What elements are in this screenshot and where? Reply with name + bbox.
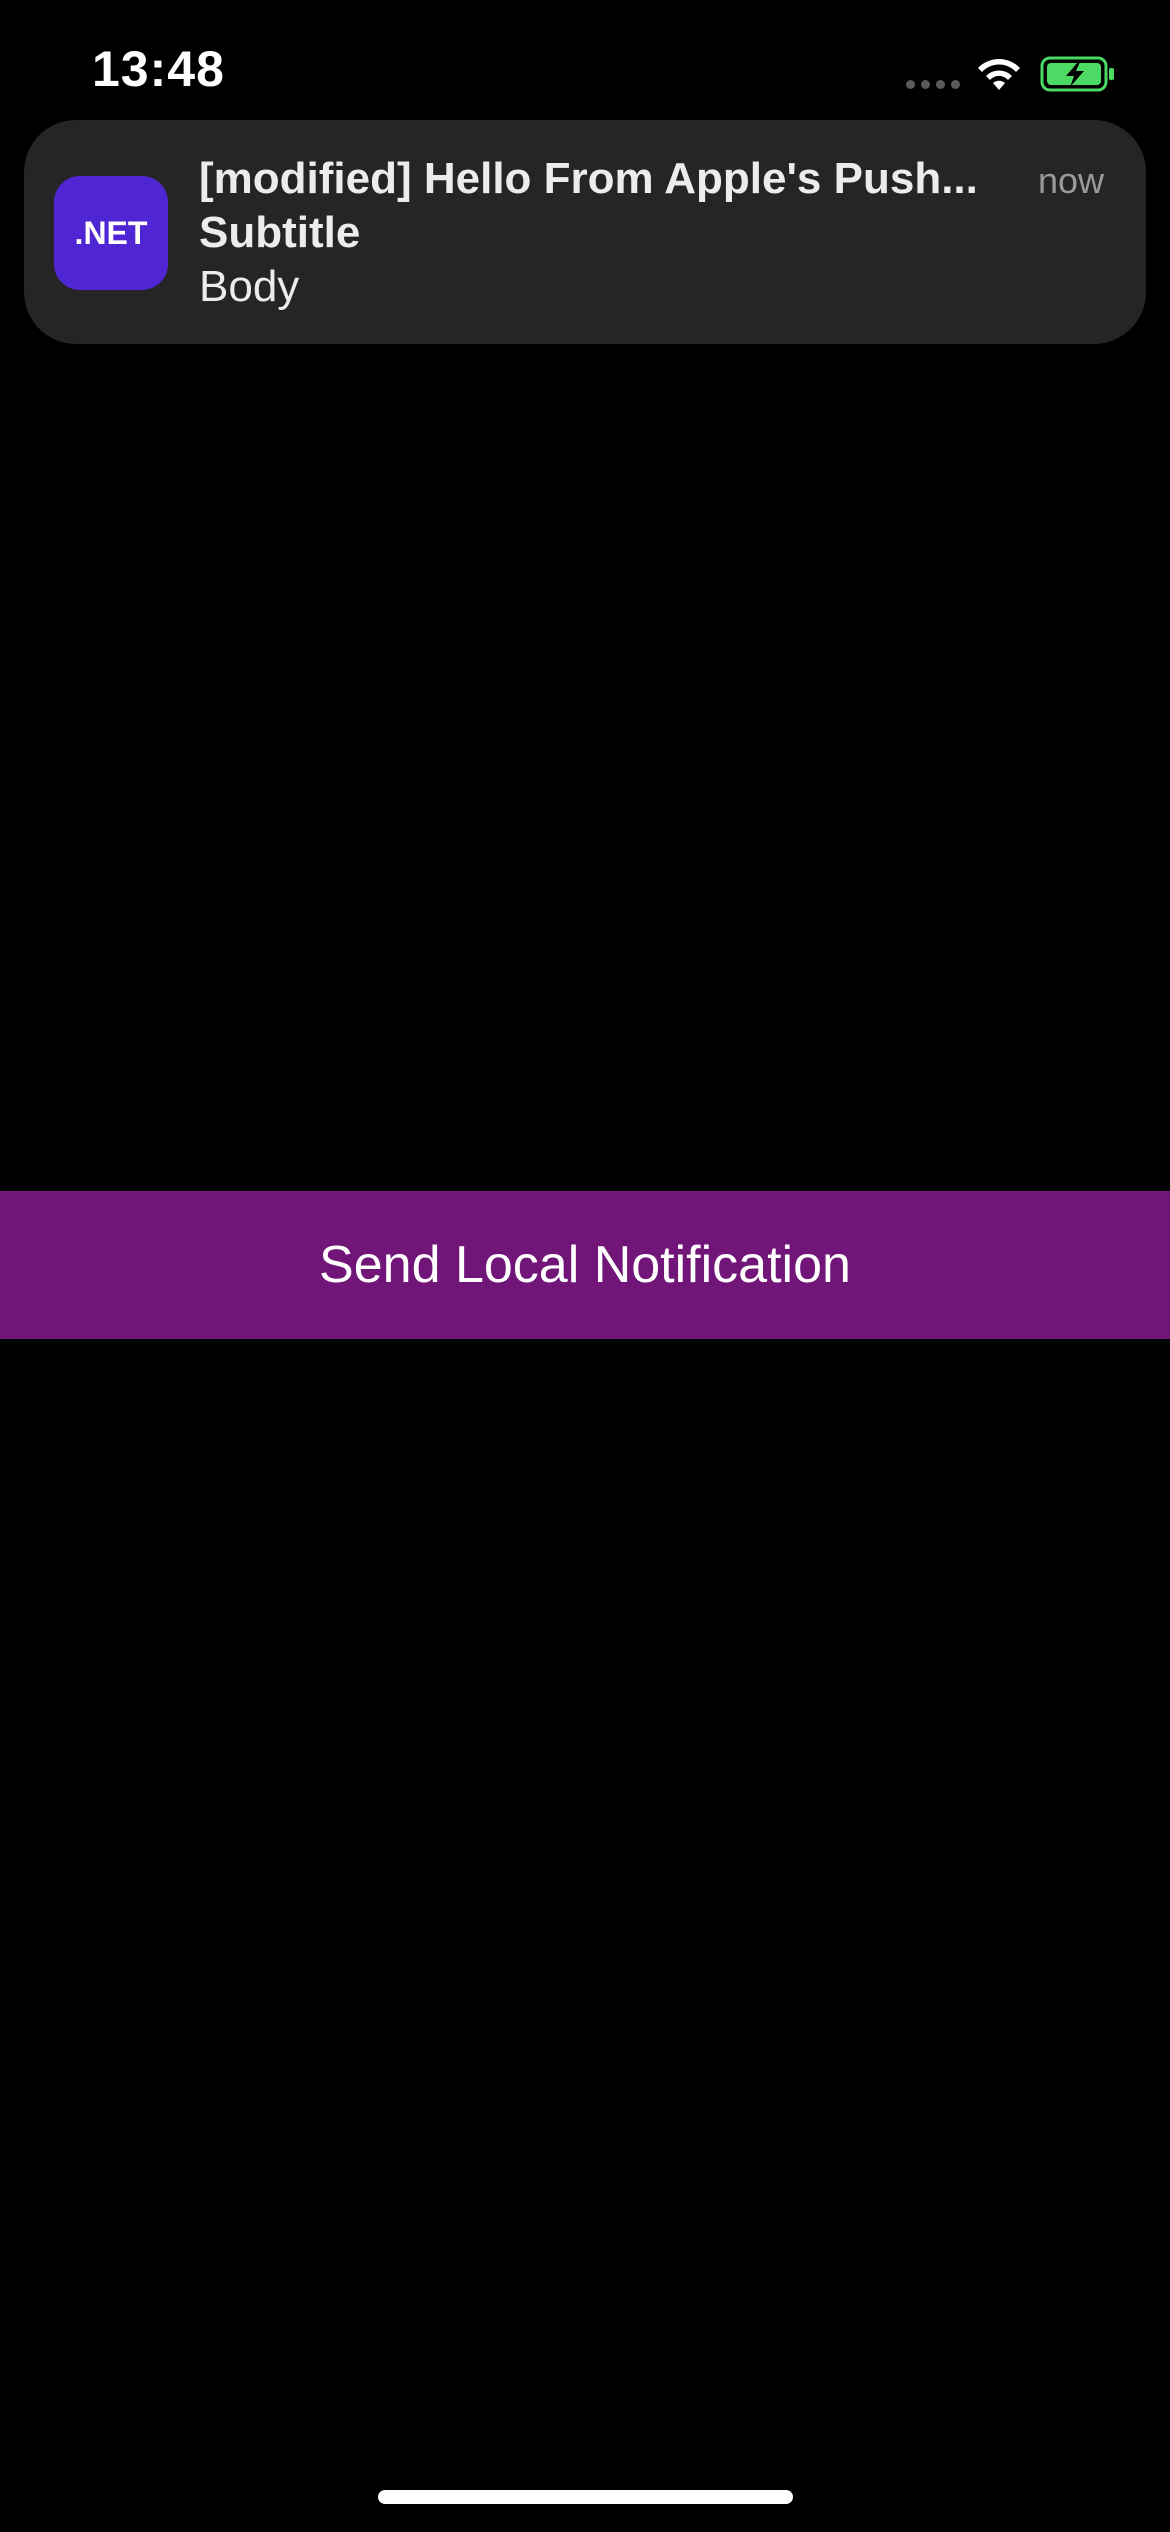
- notification-banner[interactable]: .NET [modified] Hello From Apple's Push.…: [24, 120, 1146, 344]
- dotnet-app-icon: .NET: [54, 176, 168, 290]
- notification-time: now: [1037, 160, 1104, 201]
- status-time: 13:48: [92, 41, 225, 97]
- notification-body: Body: [199, 262, 300, 311]
- battery-charging-icon: [1040, 56, 1114, 92]
- notification-title: [modified] Hello From Apple's Push...: [199, 154, 978, 203]
- app-icon-label: .NET: [74, 214, 148, 251]
- wifi-icon: [978, 59, 1020, 90]
- status-bar: 13:48: [0, 0, 1170, 140]
- cellular-signal-icon: [906, 80, 962, 92]
- home-indicator[interactable]: [378, 2490, 793, 2504]
- notification-subtitle: Subtitle: [199, 208, 361, 257]
- send-local-notification-button[interactable]: Send Local Notification: [0, 1191, 1170, 1339]
